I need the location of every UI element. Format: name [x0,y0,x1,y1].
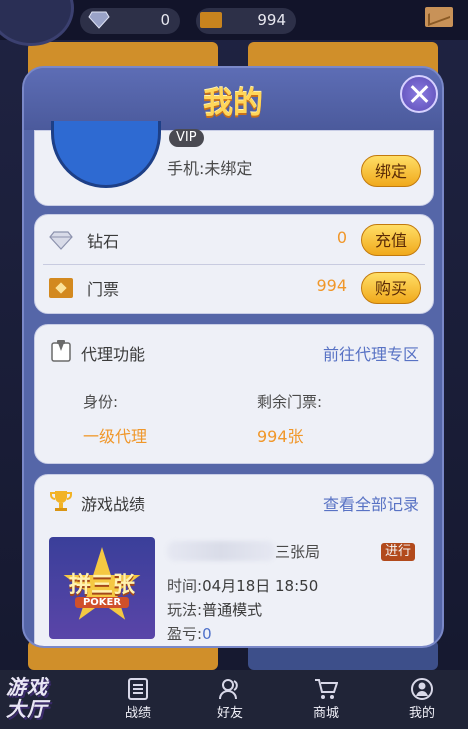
records-icon [128,678,148,700]
ticket-icon [49,278,73,298]
view-all-records-link[interactable]: 查看全部记录 [323,491,419,515]
top-bar: 0 994 [0,0,468,46]
blurred-room-name [167,541,275,561]
currency-panel: 钻石 0 充值 门票 994 购买 [34,214,434,314]
my-profile-modal: 我的 VIP 手机:未绑定 绑定 钻石 0 充值 门票 994 购买 代理功能 … [22,66,444,648]
nav-profile-label: 我的 [408,706,435,721]
record-game-name: 三张局 [275,543,321,561]
agent-icon [51,340,71,362]
identity-label: 身份: [83,393,119,411]
close-button[interactable] [400,75,438,113]
record-time: 时间:04月18日 18:50 [167,577,319,595]
records-title: 游戏战绩 [81,495,146,514]
buy-button[interactable]: 购买 [361,272,421,304]
diamond-icon [88,11,110,29]
modal-title: 我的 [203,86,263,121]
nav-friends[interactable]: 好友 [200,674,260,726]
user-avatar[interactable] [0,0,74,46]
shop-cart-icon [315,679,338,699]
ticket-row: 门票 994 购买 [35,265,433,311]
mail-icon[interactable] [425,7,453,27]
ticket-amount: 994 [316,276,347,295]
nav-friends-label: 好友 [216,706,243,721]
avatar [51,121,161,188]
recharge-button[interactable]: 充值 [361,224,421,256]
record-profit: 盈亏:0 [167,625,212,643]
ticket-count: 994 [257,11,286,29]
vip-badge: VIP [169,129,204,147]
record-mode: 玩法:普通模式 [167,601,263,619]
game-thumbnail[interactable]: 拼三张 POKER [49,537,155,639]
identity-value: 一级代理 [83,427,148,446]
profile-panel: VIP 手机:未绑定 绑定 [34,121,434,206]
nav-shop-label: 商城 [312,706,339,721]
profile-icon [411,678,433,700]
remaining-tickets-value: 994张 [257,427,304,446]
agent-zone-link[interactable]: 前往代理专区 [323,341,419,365]
nav-records-label: 战绩 [124,706,151,721]
status-badge: 进行 [381,543,416,561]
friends-icon [219,679,238,700]
agent-panel: 代理功能 前往代理专区 身份: 剩余门票: 一级代理 994张 [34,324,434,464]
records-panel: 游戏战绩 查看全部记录 拼三张 POKER 三张局 进行 时间:04月18日 1… [34,474,434,646]
agent-title: 代理功能 [81,345,146,364]
nav-profile[interactable]: 我的 [392,674,452,726]
bind-button[interactable]: 绑定 [361,155,421,187]
phone-status: 手机:未绑定 [167,159,253,178]
ticket-label: 门票 [87,280,120,299]
lobby-logo[interactable]: 游戏大厅 [6,676,68,726]
diamond-icon [49,231,73,250]
diamond-label: 钻石 [87,232,120,251]
remaining-tickets-label: 剩余门票: [257,393,323,411]
ticket-icon [200,12,222,28]
trophy-icon [50,491,72,511]
nav-shop[interactable]: 商城 [296,674,356,726]
nav-records[interactable]: 战绩 [108,674,168,726]
diamond-count: 0 [160,11,170,29]
thumb-poker-label: POKER [75,597,129,608]
diamond-amount: 0 [336,228,347,247]
diamond-row: 钻石 0 充值 [35,217,433,263]
thumb-title: 拼三张 [68,573,135,598]
